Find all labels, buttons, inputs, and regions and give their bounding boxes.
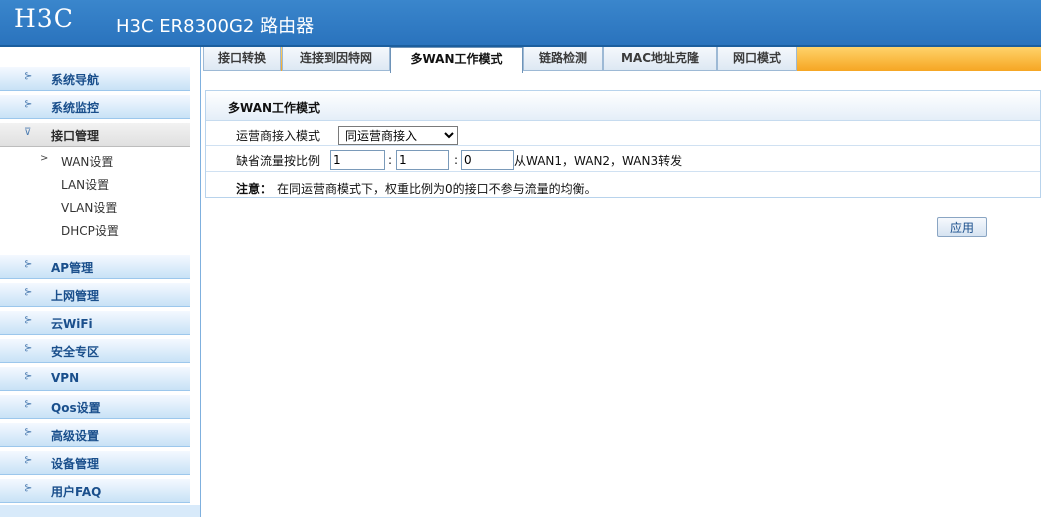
tab-interface-conversion[interactable]: 接口转换 <box>203 47 281 71</box>
tab-port-mode[interactable]: 网口模式 <box>717 47 797 71</box>
sidebar-subitem-label: LAN设置 <box>61 178 110 192</box>
ratio-row: 缺省流量按比例 : : 从WAN1，WAN2，WAN3转发 <box>206 147 1040 172</box>
mode-row: 运营商接入模式 同运营商接入 <box>206 122 1040 146</box>
tab-multi-wan-mode[interactable]: 多WAN工作模式 <box>390 47 523 73</box>
sidebar-item-label: 上网管理 <box>51 289 100 303</box>
header-bar: H3C H3C ER8300G2 路由器 <box>0 0 1041 45</box>
sidebar-subitem-vlan[interactable]: VLAN设置 <box>0 196 190 218</box>
expand-arrow-icon: ⊱ <box>24 315 33 326</box>
sidebar-subitem-label: VLAN设置 <box>61 201 118 215</box>
sidebar-item-label: 系统监控 <box>51 101 100 115</box>
sidebar-item-internet-management[interactable]: ⊱ 上网管理 <box>0 283 190 307</box>
expand-arrow-icon: ⊱ <box>24 455 33 466</box>
sidebar-subitem-lan[interactable]: LAN设置 <box>0 173 190 195</box>
sidebar-item-label: 用户FAQ <box>51 485 102 499</box>
carrier-mode-select[interactable]: 同运营商接入 <box>338 126 458 145</box>
expand-arrow-icon: ⊱ <box>24 483 33 494</box>
sidebar-item-system-monitor[interactable]: ⊱ 系统监控 <box>0 95 190 119</box>
expand-arrow-icon: ⊱ <box>24 259 33 270</box>
expand-arrow-icon: ⊱ <box>24 343 33 354</box>
ratio-separator: : <box>388 153 393 167</box>
sidebar-item-label: 云WiFi <box>51 317 93 331</box>
tab-mac-clone[interactable]: MAC地址克隆 <box>603 47 717 71</box>
note-row: 注意： 在同运营商模式下，权重比例为0的接口不参与流量的均衡。 <box>206 173 1040 198</box>
sidebar-subitem-label: DHCP设置 <box>61 224 119 238</box>
sidebar-item-advanced-settings[interactable]: ⊱ 高级设置 <box>0 423 190 447</box>
multi-wan-panel: 多WAN工作模式 运营商接入模式 同运营商接入 缺省流量按比例 : : 从WAN… <box>205 90 1041 198</box>
sidebar-item-label: 设备管理 <box>51 457 100 471</box>
mode-label: 运营商接入模式 <box>236 129 321 143</box>
sidebar-item-interface-management[interactable]: ⊽ 接口管理 <box>0 123 190 147</box>
sidebar-item-label: 系统导航 <box>51 73 100 87</box>
sidebar-item-label: 接口管理 <box>51 129 100 143</box>
section-header: 多WAN工作模式 <box>206 91 1040 121</box>
sidebar-subitem-wan[interactable]: > WAN设置 <box>0 150 190 172</box>
note-text: 在同运营商模式下，权重比例为0的接口不参与流量的均衡。 <box>277 182 597 196</box>
note-label: 注意： <box>236 182 273 196</box>
wan3-ratio-input[interactable] <box>461 150 514 170</box>
sidebar-item-label: 安全专区 <box>51 345 100 359</box>
ratio-separator: : <box>454 153 459 167</box>
sidebar: ⊱ 系统导航 ⊱ 系统监控 ⊽ 接口管理 > WAN设置 LAN设置 VLAN设… <box>0 47 201 517</box>
page-title: H3C ER8300G2 路由器 <box>116 16 315 37</box>
sidebar-item-cloud-wifi[interactable]: ⊱ 云WiFi <box>0 311 190 335</box>
sidebar-item-vpn[interactable]: ⊱ VPN <box>0 367 190 391</box>
sidebar-footer <box>0 505 200 517</box>
sidebar-item-label: Qos设置 <box>51 401 101 415</box>
tab-connect-internet[interactable]: 连接到因特网 <box>282 47 390 71</box>
current-arrow-icon: > <box>40 153 49 164</box>
sidebar-subitem-dhcp[interactable]: DHCP设置 <box>0 219 190 241</box>
expand-arrow-icon: ⊱ <box>24 371 33 382</box>
expand-arrow-icon: ⊱ <box>24 71 33 82</box>
sidebar-subitem-label: WAN设置 <box>61 155 114 169</box>
h3c-logo: H3C <box>14 4 74 33</box>
apply-button[interactable]: 应用 <box>937 217 987 237</box>
sidebar-item-user-faq[interactable]: ⊱ 用户FAQ <box>0 479 190 503</box>
sidebar-item-device-management[interactable]: ⊱ 设备管理 <box>0 451 190 475</box>
sidebar-item-label: 高级设置 <box>51 429 100 443</box>
tab-link-detection[interactable]: 链路检测 <box>523 47 603 71</box>
expand-arrow-icon: ⊱ <box>24 427 33 438</box>
wan1-ratio-input[interactable] <box>330 150 385 170</box>
sidebar-item-label: AP管理 <box>51 261 94 275</box>
ratio-suffix: 从WAN1，WAN2，WAN3转发 <box>514 154 683 168</box>
wan2-ratio-input[interactable] <box>396 150 449 170</box>
ratio-label: 缺省流量按比例 <box>236 154 321 168</box>
section-title: 多WAN工作模式 <box>228 101 321 115</box>
sidebar-item-label: VPN <box>51 371 80 385</box>
expand-arrow-icon: ⊱ <box>24 399 33 410</box>
sidebar-item-security-zone[interactable]: ⊱ 安全专区 <box>0 339 190 363</box>
sidebar-item-ap-management[interactable]: ⊱ AP管理 <box>0 255 190 279</box>
expand-arrow-icon: ⊱ <box>24 99 33 110</box>
sidebar-item-qos[interactable]: ⊱ Qos设置 <box>0 395 190 419</box>
collapse-arrow-icon: ⊽ <box>24 127 32 138</box>
expand-arrow-icon: ⊱ <box>24 287 33 298</box>
sidebar-item-system-navigation[interactable]: ⊱ 系统导航 <box>0 67 190 91</box>
tab-bar: 接口转换 连接到因特网 多WAN工作模式 链路检测 MAC地址克隆 网口模式 <box>203 47 1041 73</box>
